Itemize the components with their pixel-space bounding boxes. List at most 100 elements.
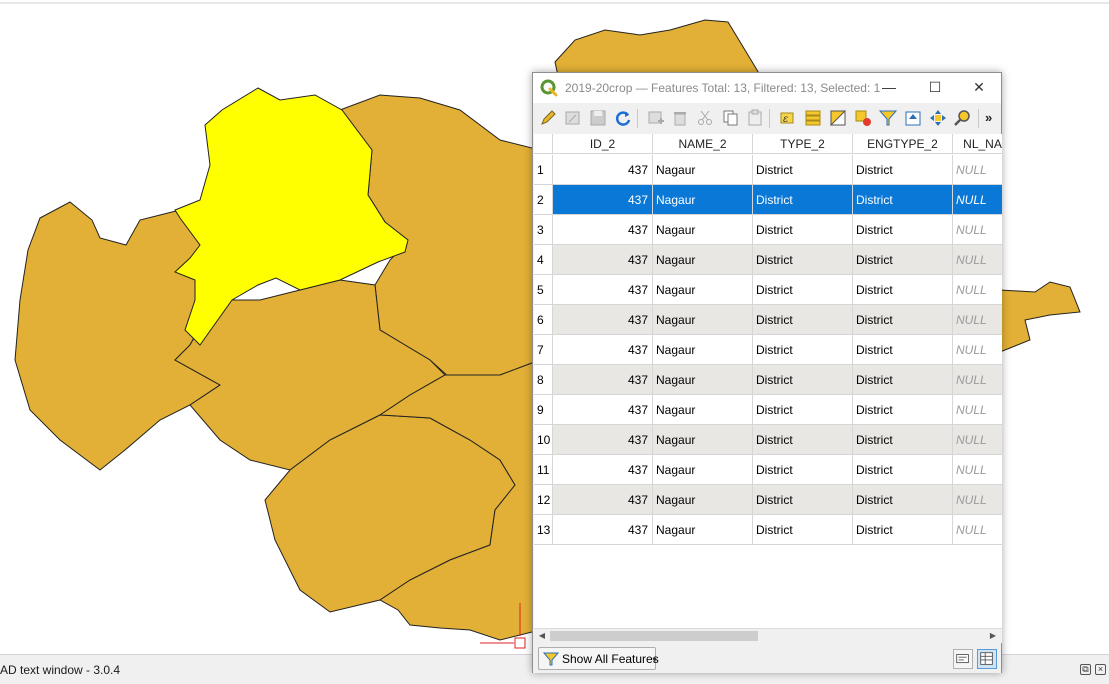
table-cell[interactable]: District — [853, 335, 953, 365]
row-number[interactable]: 4 — [534, 245, 553, 275]
table-cell[interactable]: District — [753, 395, 853, 425]
table-row[interactable]: 12 437 Nagaur District District NULL — [534, 485, 1002, 515]
row-number[interactable]: 7 — [534, 335, 553, 365]
add-feature-icon[interactable] — [646, 108, 666, 128]
table-cell[interactable]: 437 — [553, 185, 653, 215]
table-cell[interactable]: District — [753, 215, 853, 245]
row-number[interactable]: 12 — [534, 485, 553, 515]
table-cell[interactable]: Nagaur — [653, 485, 753, 515]
close-icon[interactable]: × — [1095, 664, 1106, 675]
table-row[interactable]: 7 437 Nagaur District District NULL — [534, 335, 1002, 365]
reload-icon[interactable] — [613, 108, 633, 128]
table-cell[interactable]: Nagaur — [653, 185, 753, 215]
table-cell[interactable]: District — [753, 425, 853, 455]
table-cell[interactable]: District — [753, 245, 853, 275]
row-number[interactable]: 11 — [534, 455, 553, 485]
table-cell[interactable]: 437 — [553, 485, 653, 515]
table-cell[interactable]: 437 — [553, 155, 653, 185]
table-cell[interactable]: NULL — [953, 455, 1002, 485]
table-cell[interactable]: Nagaur — [653, 245, 753, 275]
table-cell[interactable]: 437 — [553, 215, 653, 245]
table-cell[interactable]: District — [853, 425, 953, 455]
table-cell[interactable]: District — [753, 515, 853, 545]
table-cell[interactable]: 437 — [553, 245, 653, 275]
table-cell[interactable]: Nagaur — [653, 515, 753, 545]
multi-edit-icon[interactable] — [563, 108, 583, 128]
table-row[interactable]: 10 437 Nagaur District District NULL — [534, 425, 1002, 455]
table-cell[interactable]: Nagaur — [653, 365, 753, 395]
column-header[interactable]: NL_NA — [953, 134, 1002, 154]
table-row[interactable]: 9 437 Nagaur District District NULL — [534, 395, 1002, 425]
deselect-icon[interactable] — [853, 108, 873, 128]
horizontal-scrollbar[interactable]: ◀ ▶ — [534, 628, 1002, 643]
dialog-titlebar[interactable]: 2019-20crop — Features Total: 13, Filter… — [533, 73, 1001, 103]
table-row-selected[interactable]: 2 437 Nagaur District District NULL — [534, 185, 1002, 215]
table-cell[interactable]: NULL — [953, 275, 1002, 305]
table-row[interactable]: 4 437 Nagaur District District NULL — [534, 245, 1002, 275]
cut-icon[interactable] — [695, 108, 715, 128]
table-cell[interactable]: NULL — [953, 515, 1002, 545]
toolbar-overflow-button[interactable]: » — [985, 108, 999, 128]
table-cell[interactable]: District — [853, 305, 953, 335]
table-cell[interactable]: 437 — [553, 425, 653, 455]
row-number[interactable]: 13 — [534, 515, 553, 545]
invert-selection-icon[interactable] — [828, 108, 848, 128]
paste-icon[interactable] — [745, 108, 765, 128]
table-cell[interactable]: District — [853, 455, 953, 485]
form-view-button[interactable] — [953, 649, 973, 669]
table-cell[interactable]: Nagaur — [653, 305, 753, 335]
row-number[interactable]: 2 — [534, 185, 553, 215]
table-cell[interactable]: District — [853, 365, 953, 395]
row-number[interactable]: 8 — [534, 365, 553, 395]
pan-to-selection-icon[interactable] — [928, 108, 948, 128]
table-cell[interactable]: District — [853, 275, 953, 305]
table-cell[interactable]: District — [753, 335, 853, 365]
table-cell[interactable]: Nagaur — [653, 215, 753, 245]
show-all-features-button[interactable]: Show All Features ▼ — [538, 647, 659, 670]
minimize-button[interactable]: — — [866, 73, 912, 103]
table-cell[interactable]: NULL — [953, 215, 1002, 245]
district-polygon[interactable] — [14, 201, 221, 471]
save-icon[interactable] — [588, 108, 608, 128]
table-row[interactable]: 13 437 Nagaur District District NULL — [534, 515, 1002, 545]
select-all-icon[interactable] — [803, 108, 823, 128]
table-row[interactable]: 11 437 Nagaur District District NULL — [534, 455, 1002, 485]
row-number[interactable]: 9 — [534, 395, 553, 425]
table-cell[interactable]: NULL — [953, 485, 1002, 515]
row-number[interactable]: 6 — [534, 305, 553, 335]
table-cell[interactable]: NULL — [953, 305, 1002, 335]
table-cell[interactable]: District — [753, 185, 853, 215]
table-cell[interactable]: NULL — [953, 425, 1002, 455]
district-polygon[interactable] — [999, 281, 1081, 353]
table-cell[interactable]: 437 — [553, 455, 653, 485]
copy-icon[interactable] — [720, 108, 740, 128]
row-number[interactable]: 10 — [534, 425, 553, 455]
row-number[interactable]: 1 — [534, 155, 553, 185]
table-cell[interactable]: 437 — [553, 305, 653, 335]
table-row[interactable]: 6 437 Nagaur District District NULL — [534, 305, 1002, 335]
table-cell[interactable]: District — [853, 515, 953, 545]
table-cell[interactable]: District — [853, 485, 953, 515]
table-view-button[interactable] — [977, 649, 997, 669]
table-cell[interactable]: NULL — [953, 395, 1002, 425]
column-header[interactable]: ENGTYPE_2 — [853, 134, 953, 154]
table-cell[interactable]: District — [753, 455, 853, 485]
table-cell[interactable]: District — [853, 245, 953, 275]
table-cell[interactable]: Nagaur — [653, 395, 753, 425]
filter-icon[interactable] — [878, 108, 898, 128]
table-row[interactable]: 8 437 Nagaur District District NULL — [534, 365, 1002, 395]
column-header[interactable]: NAME_2 — [653, 134, 753, 154]
select-expression-icon[interactable]: ε — [778, 108, 798, 128]
delete-feature-icon[interactable] — [670, 108, 690, 128]
column-header[interactable]: ID_2 — [553, 134, 653, 154]
table-cell[interactable]: District — [753, 275, 853, 305]
scroll-left-icon[interactable]: ◀ — [536, 630, 548, 642]
table-cell[interactable]: NULL — [953, 245, 1002, 275]
table-cell[interactable]: 437 — [553, 335, 653, 365]
pencil-icon[interactable] — [538, 108, 558, 128]
table-cell[interactable]: District — [753, 155, 853, 185]
table-row[interactable]: 5 437 Nagaur District District NULL — [534, 275, 1002, 305]
scrollbar-thumb[interactable] — [550, 631, 758, 641]
row-number[interactable]: 5 — [534, 275, 553, 305]
table-cell[interactable]: NULL — [953, 365, 1002, 395]
